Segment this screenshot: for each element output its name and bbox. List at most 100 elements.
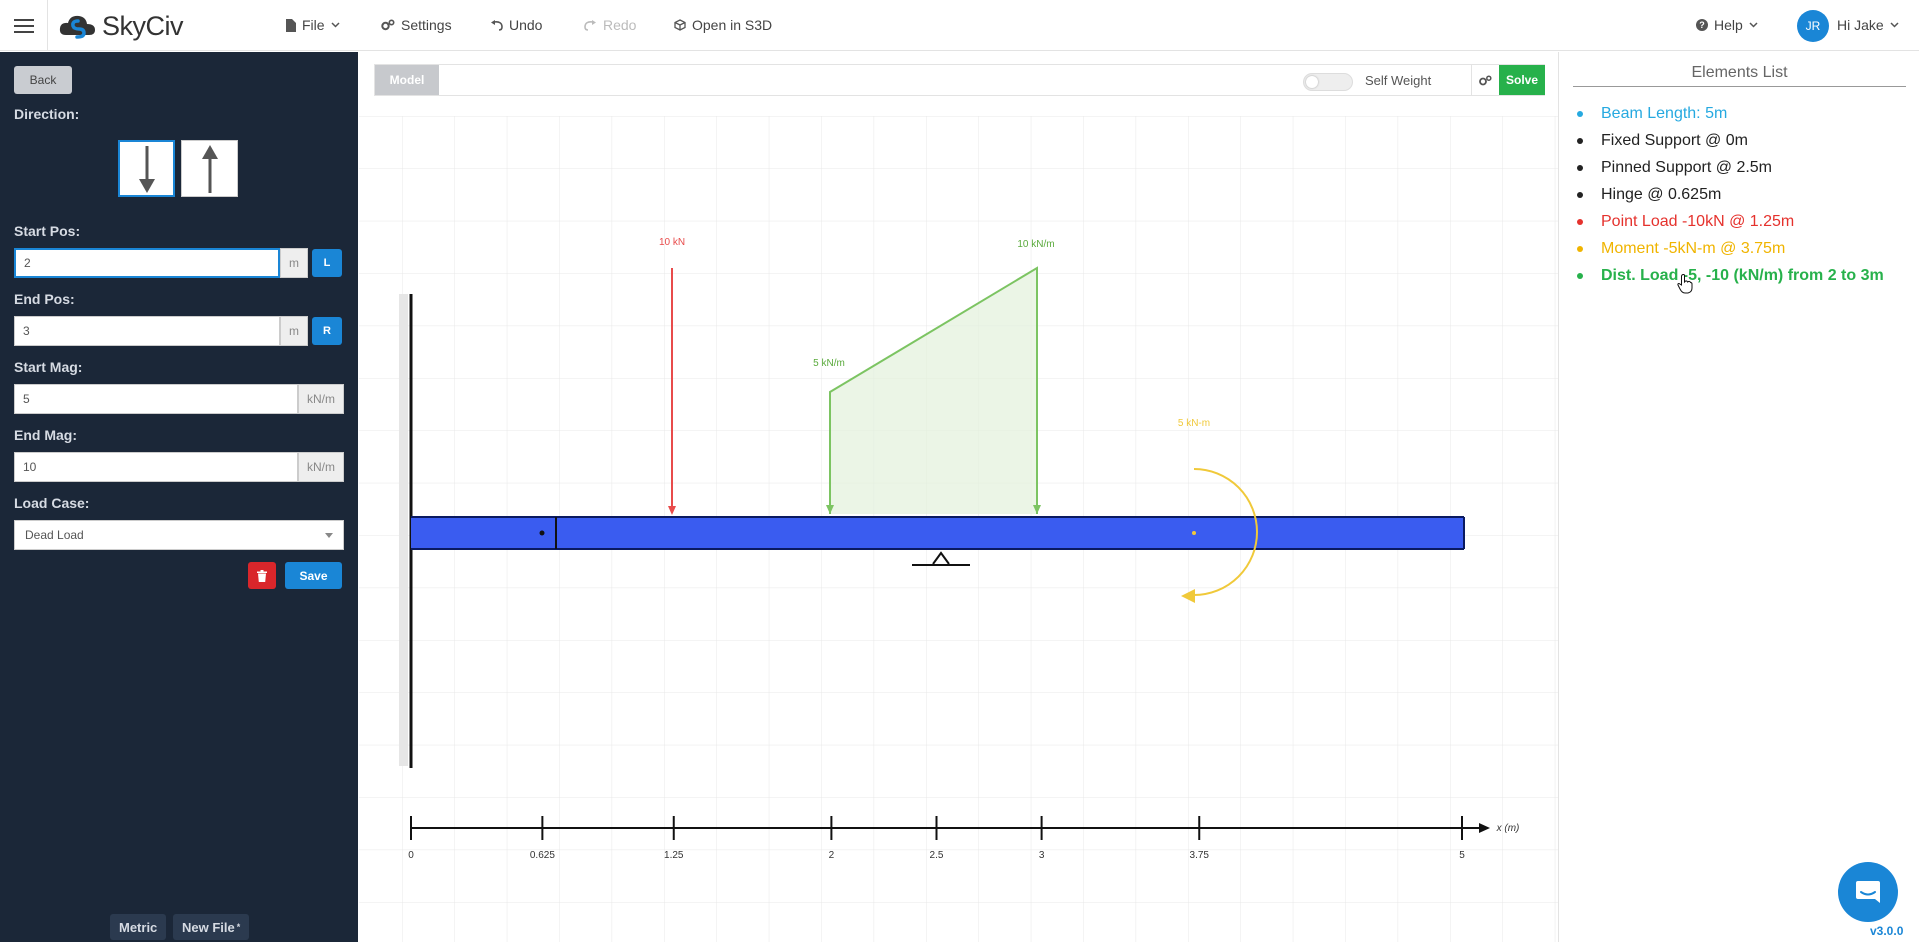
gears-icon xyxy=(1479,74,1492,85)
end-pos-unit: m xyxy=(280,316,308,346)
solve-button[interactable]: Solve xyxy=(1499,65,1545,95)
elements-list-panel: Elements List Beam Length: 5m Fixed Supp… xyxy=(1558,52,1919,942)
end-mag-unit: kN/m xyxy=(298,452,344,482)
gears-icon xyxy=(381,19,395,31)
direction-down-button[interactable] xyxy=(118,140,175,197)
beam-canvas-area: Model Self Weight Solve 5 kN/m 10 kN/m 1… xyxy=(359,52,1558,942)
beam-diagram[interactable]: 5 kN/m 10 kN/m 10 kN 5 kN-m x (m) 0 0.625… xyxy=(359,116,1558,942)
menu-icon[interactable] xyxy=(0,0,48,51)
settings-menu-label: Settings xyxy=(401,17,452,33)
chat-button[interactable] xyxy=(1838,862,1898,922)
end-pos-input[interactable] xyxy=(14,316,280,346)
load-case-value: Dead Load xyxy=(25,528,84,542)
end-mag-input[interactable] xyxy=(14,452,298,482)
start-pos-left-button[interactable]: L xyxy=(312,249,342,277)
list-item[interactable]: Dist. Load -5, -10 (kN/m) from 2 to 3m xyxy=(1573,262,1884,289)
help-menu[interactable]: ? Help xyxy=(1696,17,1758,33)
axis-tick-label: 3.75 xyxy=(1190,850,1210,861)
x-axis-label: x (m) xyxy=(1496,823,1520,834)
end-mag-label: End Mag: xyxy=(14,427,77,443)
chevron-down-icon xyxy=(331,22,340,28)
end-pos-right-button[interactable]: R xyxy=(312,317,342,345)
start-mag-row: kN/m xyxy=(14,384,344,414)
axis-tick-label: 3 xyxy=(1039,850,1045,861)
start-pos-row: m L xyxy=(14,248,342,278)
save-button[interactable]: Save xyxy=(285,562,342,589)
hinge-dot[interactable] xyxy=(539,530,545,536)
axis-tick-label: 2.5 xyxy=(930,850,944,861)
list-bullet xyxy=(1577,218,1583,225)
list-item[interactable]: Fixed Support @ 0m xyxy=(1573,127,1884,154)
axis-tick-label: 2 xyxy=(829,850,835,861)
axis-tick-label: 0 xyxy=(408,850,414,861)
brand-name: SkyCiv xyxy=(102,10,184,41)
open-s3d-button[interactable]: Open in S3D xyxy=(674,17,772,33)
undo-icon xyxy=(491,19,503,31)
start-mag-label: Start Mag: xyxy=(14,359,83,375)
back-button[interactable]: Back xyxy=(14,66,72,94)
arrow-down-icon xyxy=(138,145,155,193)
arrow-up-icon xyxy=(201,144,218,193)
help-label: Help xyxy=(1714,17,1743,33)
solver-settings-button[interactable] xyxy=(1471,65,1499,95)
beam[interactable] xyxy=(411,517,1464,549)
unsaved-mark: * xyxy=(236,922,241,932)
end-pos-row: m R xyxy=(14,316,342,346)
list-item[interactable]: Point Load -10kN @ 1.25m xyxy=(1573,208,1884,235)
list-item[interactable]: Pinned Support @ 2.5m xyxy=(1573,154,1884,181)
metric-button[interactable]: Metric xyxy=(110,914,167,940)
list-item-text: Fixed Support @ 0m xyxy=(1601,131,1748,149)
direction-label: Direction: xyxy=(14,106,80,122)
list-bullet xyxy=(1577,191,1583,198)
list-item[interactable]: Beam Length: 5m xyxy=(1573,100,1884,127)
list-bullet xyxy=(1577,137,1583,144)
dist-load-end-label: 10 kN/m xyxy=(1017,239,1054,250)
list-item-text: Point Load -10kN @ 1.25m xyxy=(1601,212,1795,230)
file-menu-label: File xyxy=(302,17,325,33)
elements-list: Beam Length: 5m Fixed Support @ 0m Pinne… xyxy=(1573,100,1884,289)
fixed-support-wall[interactable] xyxy=(399,294,408,766)
start-pos-unit: m xyxy=(280,248,308,278)
list-item-text: Moment -5kN-m @ 3.75m xyxy=(1601,239,1786,257)
axis-tick-label: 5 xyxy=(1459,850,1465,861)
start-pos-input[interactable] xyxy=(14,248,280,278)
file-menu[interactable]: File xyxy=(286,17,340,33)
load-case-select[interactable]: Dead Load xyxy=(14,520,344,550)
settings-menu[interactable]: Settings xyxy=(381,17,452,33)
undo-button[interactable]: Undo xyxy=(490,17,542,33)
point-load-label: 10 kN xyxy=(659,237,685,248)
user-menu[interactable]: Hi Jake xyxy=(1837,17,1899,33)
list-bullet xyxy=(1577,245,1583,252)
end-mag-row: kN/m xyxy=(14,452,344,482)
logo[interactable]: SkyCiv xyxy=(58,10,184,42)
delete-button[interactable] xyxy=(248,562,276,589)
chevron-down-icon xyxy=(1890,22,1899,28)
start-mag-input[interactable] xyxy=(14,384,298,414)
redo-button[interactable]: Redo xyxy=(584,17,636,33)
avatar[interactable]: JR xyxy=(1797,10,1829,42)
list-bullet xyxy=(1577,164,1583,171)
caret-down-icon xyxy=(325,532,333,538)
chat-icon xyxy=(1856,881,1880,903)
axis-tick-label: 0.625 xyxy=(530,850,555,861)
new-file-button[interactable]: New File * xyxy=(173,914,250,940)
elements-list-title: Elements List xyxy=(1573,64,1906,87)
start-mag-unit: kN/m xyxy=(298,384,344,414)
start-pos-label: Start Pos: xyxy=(14,223,81,239)
list-bullet xyxy=(1577,272,1583,279)
cloud-logo-icon xyxy=(59,15,95,39)
moment-point xyxy=(1192,531,1196,535)
tab-model[interactable]: Model xyxy=(375,65,439,95)
load-case-label: Load Case: xyxy=(14,495,90,511)
list-item[interactable]: Hinge @ 0.625m xyxy=(1573,181,1884,208)
list-item-text: Pinned Support @ 2.5m xyxy=(1601,158,1773,176)
hand-cursor-icon xyxy=(1677,274,1693,294)
svg-text:?: ? xyxy=(1699,20,1705,30)
cube-icon xyxy=(674,19,686,31)
list-item[interactable]: Moment -5kN-m @ 3.75m xyxy=(1573,235,1884,262)
direction-up-button[interactable] xyxy=(181,140,238,197)
file-icon xyxy=(286,18,296,32)
list-item-text: Hinge @ 0.625m xyxy=(1601,185,1722,203)
axis-tick-label: 1.25 xyxy=(664,850,684,861)
self-weight-toggle[interactable] xyxy=(1303,73,1353,91)
